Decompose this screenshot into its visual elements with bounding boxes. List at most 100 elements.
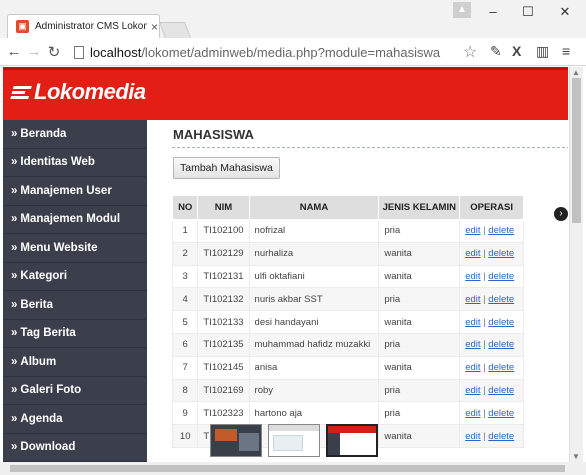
edit-link[interactable]: edit (465, 271, 480, 282)
extension-eyedropper-icon[interactable]: ✎ (490, 43, 502, 60)
browser-tab[interactable]: ▣ Administrator CMS Lokom × (7, 14, 160, 38)
column-header-nama: NAMA (248, 195, 380, 220)
delete-link[interactable]: delete (488, 362, 514, 373)
cell-nim: TI102145 (197, 355, 250, 380)
sidebar-item-manajemen-modul[interactable]: » Manajemen Modul (3, 206, 147, 234)
vertical-scrollbar[interactable]: ▲ ▼ (569, 67, 583, 462)
operation-separator: | (483, 248, 486, 260)
cell-operasi: edit | delete (459, 378, 524, 403)
sidebar-item-menu-website[interactable]: » Menu Website (3, 234, 147, 263)
cell-operasi: edit | delete (459, 355, 524, 380)
sidebar-item-identitas-web[interactable]: » Identitas Web (3, 149, 147, 177)
column-header-nim: NIM (197, 195, 250, 220)
menu-icon[interactable]: ≡ (562, 43, 570, 59)
edit-link[interactable]: edit (465, 385, 480, 396)
edit-link[interactable]: edit (465, 362, 480, 373)
minimize-button[interactable]: – (483, 4, 503, 19)
cell-operasi: edit | delete (459, 241, 524, 266)
operation-separator: | (483, 430, 486, 442)
edit-link[interactable]: edit (465, 317, 480, 328)
delete-link[interactable]: delete (488, 431, 514, 442)
browser-toolbar: ← → ↻ localhost/lokomet/adminweb/media.p… (0, 38, 586, 66)
title-divider (172, 147, 568, 148)
delete-link[interactable]: delete (488, 225, 514, 236)
add-mahasiswa-button[interactable]: Tambah Mahasiswa (173, 157, 280, 179)
sidebar-item-galeri-foto[interactable]: » Galeri Foto (3, 377, 147, 405)
cell-jenis-kelamin: wanita (378, 424, 461, 448)
operation-separator: | (483, 225, 486, 237)
cell-nama: nofrizal (248, 219, 380, 243)
maximize-button[interactable]: ☐ (518, 4, 538, 20)
edit-link[interactable]: edit (465, 294, 480, 305)
forward-arrow-icon[interactable]: → (24, 43, 44, 60)
close-window-button[interactable]: ✕ (555, 4, 575, 20)
extension-reader-icon[interactable]: ▥ (536, 43, 549, 60)
hscroll-thumb[interactable] (10, 465, 565, 472)
profile-icon[interactable]: ▲ (453, 2, 471, 18)
delete-link[interactable]: delete (488, 317, 514, 328)
edit-link[interactable]: edit (465, 248, 480, 259)
cell-nama: roby (248, 378, 380, 403)
edit-link[interactable]: edit (465, 408, 480, 419)
cell-no: 4 (171, 287, 199, 312)
cell-no: 7 (171, 355, 199, 380)
back-arrow-icon[interactable]: ← (4, 43, 24, 60)
sidebar-item-tag-berita[interactable]: » Tag Berita (3, 320, 147, 348)
horizontal-scrollbar[interactable] (0, 462, 586, 475)
sidebar-item-manajemen-user[interactable]: » Manajemen User (3, 177, 147, 206)
delete-link[interactable]: delete (488, 248, 514, 259)
operation-separator: | (483, 362, 486, 374)
operation-separator: | (483, 339, 486, 351)
table-row: 2 TI102129 nurhaliza wanita edit | delete (171, 241, 524, 266)
reload-icon[interactable]: ↻ (44, 43, 64, 61)
thumbnail-3[interactable] (326, 424, 378, 457)
cell-nama: anisa (248, 355, 380, 380)
sidebar-item-beranda[interactable]: » Beranda (3, 120, 147, 149)
window-thumbnails (210, 424, 378, 457)
next-arrow-icon[interactable]: › (554, 207, 568, 221)
edit-link[interactable]: edit (465, 339, 480, 350)
delete-link[interactable]: delete (488, 294, 514, 305)
scroll-thumb[interactable] (572, 78, 581, 223)
table-row: 1 TI102100 nofrizal pria edit | delete (171, 219, 524, 243)
cell-nama: nurhaliza (248, 241, 380, 266)
edit-link[interactable]: edit (465, 431, 480, 442)
thumbnail-2[interactable] (268, 424, 320, 457)
cell-nama: desi handayani (248, 310, 380, 334)
cell-nama: ulfi oktafiani (248, 264, 380, 289)
new-tab-button[interactable] (159, 22, 191, 38)
scroll-up-icon[interactable]: ▲ (572, 68, 580, 77)
cell-no: 9 (171, 401, 199, 426)
sidebar-item-album[interactable]: » Album (3, 348, 147, 377)
delete-link[interactable]: delete (488, 339, 514, 350)
operation-separator: | (483, 316, 486, 328)
thumbnail-1[interactable] (210, 424, 262, 457)
cell-no: 1 (171, 219, 199, 243)
table-row: 6 TI102135 muhammad hafidz muzakki pria edit… (171, 332, 524, 357)
sidebar-item-kategori[interactable]: » Kategori (3, 263, 147, 291)
delete-link[interactable]: delete (488, 408, 514, 419)
address-bar[interactable]: localhost/lokomet/adminweb/media.php?mod… (74, 41, 484, 63)
delete-link[interactable]: delete (488, 271, 514, 282)
sidebar-item-agenda[interactable]: » Agenda (3, 405, 147, 434)
cell-operasi: edit | delete (459, 287, 524, 312)
edit-link[interactable]: edit (465, 225, 480, 236)
sidebar-item-download[interactable]: » Download (3, 434, 147, 462)
delete-link[interactable]: delete (488, 385, 514, 396)
scroll-down-icon[interactable]: ▼ (572, 452, 580, 461)
column-header-no: NO (171, 195, 199, 220)
cell-nama: muhammad hafidz muzakki (248, 332, 380, 357)
bookmark-star-icon[interactable]: ☆ (463, 42, 477, 62)
operation-separator: | (483, 384, 486, 396)
url-text[interactable]: localhost/lokomet/adminweb/media.php?mod… (90, 45, 440, 60)
tab-close-icon[interactable]: × (151, 20, 158, 34)
site-logo[interactable]: Lokomedia (10, 79, 146, 105)
main-content: MAHASISWA Tambah Mahasiswa NO NIM NAMA J… (147, 120, 568, 462)
cell-jenis-kelamin: pria (378, 287, 461, 312)
site-header: Lokomedia (3, 67, 568, 120)
mahasiswa-table: NO NIM NAMA JENIS KELAMIN OPERASI 1 TI102… (171, 195, 524, 448)
extension-x-icon[interactable]: X (512, 43, 521, 59)
sidebar-item-berita[interactable]: » Berita (3, 291, 147, 320)
cell-jenis-kelamin: pria (378, 378, 461, 403)
cell-nim: TI102100 (197, 219, 250, 243)
